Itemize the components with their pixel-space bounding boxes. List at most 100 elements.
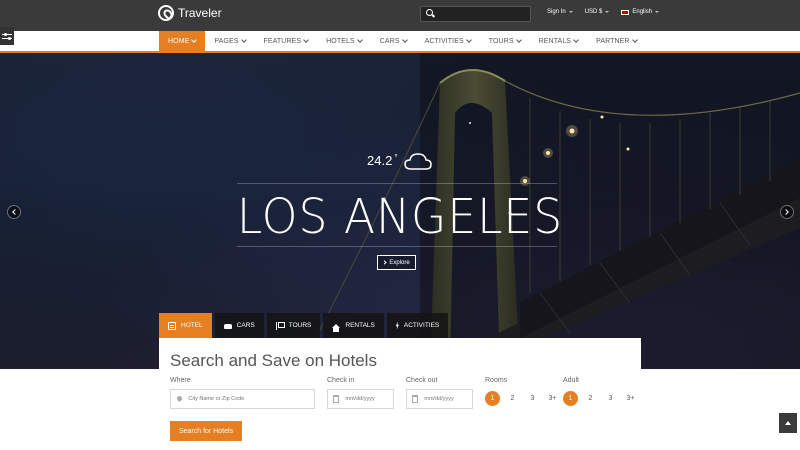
chevron-down-icon — [191, 37, 198, 43]
search-tabs: HOTEL CARS TOURS RENTALS ACTIVITIES — [159, 313, 451, 338]
checkin-label: Check in — [327, 377, 355, 384]
checkout-label: Check out — [406, 377, 438, 384]
uk-flag-icon — [621, 9, 630, 15]
search-hotels-button[interactable]: Search for Hotels — [170, 421, 242, 441]
chevron-right-icon — [382, 260, 387, 265]
chevron-right-icon — [783, 209, 789, 215]
currency-dropdown[interactable]: USD $ — [585, 9, 610, 15]
back-to-top-button[interactable] — [779, 413, 797, 433]
chevron-down-icon — [631, 37, 638, 43]
divider — [237, 183, 557, 184]
where-field[interactable] — [170, 389, 315, 409]
search-icon — [426, 9, 434, 17]
rooms-label: Rooms — [485, 377, 508, 384]
chevron-down-icon — [573, 37, 579, 43]
arrow-up-icon — [785, 421, 791, 425]
slider-next-button[interactable] — [780, 205, 794, 219]
checkout-field[interactable] — [406, 389, 473, 409]
where-input[interactable] — [188, 396, 314, 402]
nav-item-activities[interactable]: ACTIVITIES — [416, 31, 480, 51]
nav-label: FEATURES — [263, 37, 302, 45]
checkout-input[interactable] — [424, 396, 472, 402]
adult-option[interactable]: 2 — [583, 391, 598, 406]
rooms-option[interactable]: 3 — [525, 391, 540, 406]
brand-logo[interactable]: Traveler — [158, 5, 222, 21]
checkin-field[interactable] — [327, 389, 394, 409]
slider-prev-button[interactable] — [7, 205, 21, 219]
sign-in-link[interactable]: Sign In — [547, 9, 573, 15]
nav-item-hotels[interactable]: HOTELS — [317, 31, 371, 51]
adult-option[interactable]: 3 — [603, 391, 618, 406]
adult-option[interactable]: 3+ — [623, 391, 638, 406]
nav-item-partner[interactable]: PARTNER — [587, 31, 646, 51]
nav-label: CARS — [379, 37, 400, 45]
form-title: Search and Save on Hotels — [170, 351, 377, 370]
nav-label: ACTIVITIES — [424, 37, 464, 45]
main-nav: HOME PAGES FEATURES HOTELS CARS ACTIVITI… — [0, 31, 800, 53]
nav-item-cars[interactable]: CARS — [371, 31, 416, 51]
adult-option[interactable]: 1 — [563, 391, 578, 406]
tab-label: HOTEL — [181, 322, 203, 329]
chevron-down-icon — [605, 11, 610, 13]
nav-label: PAGES — [214, 37, 239, 45]
weather-widget: 24.2 ° — [367, 153, 432, 171]
rooms-option[interactable]: 3+ — [545, 391, 560, 406]
rooms-option[interactable]: 2 — [505, 391, 520, 406]
tab-activities[interactable]: ACTIVITIES — [386, 313, 449, 338]
chevron-down-icon — [465, 37, 472, 43]
calendar-icon — [333, 395, 340, 403]
checkin-input[interactable] — [345, 396, 393, 402]
tab-label: RENTALS — [345, 322, 375, 329]
chevron-down-icon — [568, 11, 573, 13]
site-search[interactable] — [420, 6, 531, 22]
chevron-left-icon — [12, 209, 18, 215]
language-label: English — [632, 9, 653, 15]
nav-item-home[interactable]: HOME — [159, 31, 206, 51]
hotel-icon — [168, 321, 176, 330]
hotel-search-form: Search and Save on Hotels Where Check in… — [159, 338, 641, 450]
map-pin-icon — [177, 396, 181, 403]
tab-label: CARS — [236, 322, 255, 329]
explore-label: Explore — [389, 259, 410, 266]
chevron-down-icon — [356, 37, 363, 43]
search-input[interactable] — [437, 7, 529, 21]
nav-item-rentals[interactable]: RENTALS — [530, 31, 587, 51]
divider — [237, 246, 557, 247]
chevron-down-icon — [655, 11, 660, 13]
rooms-option[interactable]: 1 — [485, 391, 500, 406]
car-icon — [223, 324, 232, 329]
rooms-selector: 1 2 3 3+ — [485, 391, 560, 406]
settings-sliders-icon[interactable] — [0, 27, 14, 45]
degree-symbol: ° — [394, 153, 398, 162]
hero-city-title: LOS ANGELES — [236, 189, 564, 245]
temperature: 24.2 — [367, 153, 393, 168]
cloud-icon — [403, 153, 432, 170]
tab-rentals[interactable]: RENTALS — [323, 313, 384, 338]
brand-name: Traveler — [178, 6, 222, 20]
nav-label: HOME — [168, 37, 190, 45]
tab-cars[interactable]: CARS — [214, 313, 264, 338]
calendar-icon — [412, 395, 419, 403]
adult-selector: 1 2 3 3+ — [563, 391, 638, 406]
logo-icon — [158, 5, 174, 21]
nav-label: PARTNER — [596, 37, 630, 45]
nav-item-tours[interactable]: TOURS — [480, 31, 530, 51]
adult-label: Adult — [563, 377, 579, 384]
tab-tours[interactable]: TOURS — [266, 313, 321, 338]
bolt-icon — [395, 321, 399, 330]
currency-label: USD $ — [584, 9, 603, 15]
chevron-down-icon — [515, 37, 522, 43]
tab-label: TOURS — [288, 322, 312, 329]
nav-item-pages[interactable]: PAGES — [205, 31, 254, 51]
top-links: Sign In USD $ English — [547, 9, 660, 15]
tab-label: ACTIVITIES — [403, 322, 440, 329]
flag-icon — [275, 321, 285, 330]
nav-label: HOTELS — [326, 37, 355, 45]
tab-hotel[interactable]: HOTEL — [159, 313, 212, 338]
sign-in-label: Sign In — [547, 9, 566, 15]
explore-button[interactable]: Explore — [377, 255, 416, 270]
home-icon — [332, 323, 341, 332]
language-dropdown[interactable]: English — [621, 9, 660, 15]
where-label: Where — [170, 377, 191, 384]
nav-item-features[interactable]: FEATURES — [255, 31, 318, 51]
